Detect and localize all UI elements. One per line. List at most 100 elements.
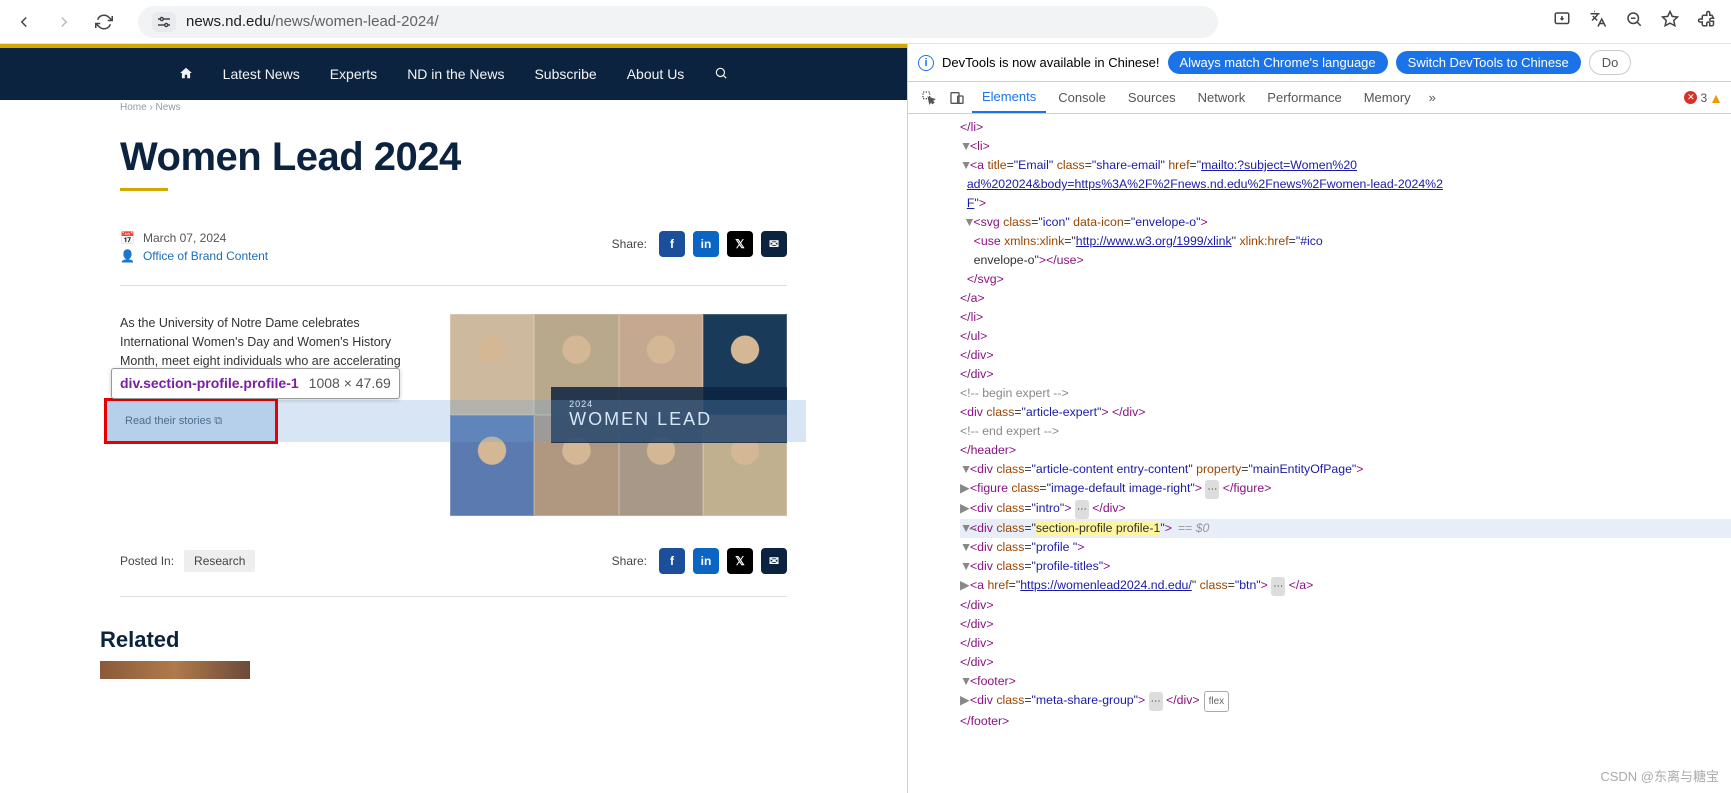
share-facebook[interactable]: f [659,231,685,257]
dom-line[interactable]: </a> [960,289,1731,308]
info-text: DevTools is now available in Chinese! [942,55,1160,70]
inspector-tooltip: div.section-profile.profile-1 1008 × 47.… [111,368,400,399]
more-tabs-icon[interactable]: » [1423,90,1442,105]
dom-line[interactable]: </svg> [960,270,1731,289]
nav-item[interactable]: Subscribe [534,66,596,82]
tab-memory[interactable]: Memory [1354,82,1421,113]
nav-home[interactable] [179,66,193,83]
tab-performance[interactable]: Performance [1257,82,1351,113]
dom-line[interactable]: ⋯▼<div class="section-profile profile-1"… [960,519,1731,538]
devtools-tabs: Elements Console Sources Network Perform… [908,82,1731,114]
article-date: March 07, 2024 [143,231,226,245]
dom-line[interactable]: ▼<svg class="icon" data-icon="envelope-o… [960,213,1731,232]
tag-research[interactable]: Research [184,550,255,572]
dom-line[interactable]: </div> [960,634,1731,653]
share-linkedin[interactable]: in [693,548,719,574]
dom-line[interactable]: </div> [960,653,1731,672]
devtools-infobar: i DevTools is now available in Chinese! … [908,44,1731,82]
forward-button[interactable] [50,8,78,36]
dom-line[interactable]: <div class="article-expert"> </div> [960,403,1731,422]
device-icon[interactable] [944,85,970,111]
author-icon: 👤 [120,249,135,263]
dom-line[interactable]: envelope-o"></use> [960,251,1731,270]
calendar-icon: 📅 [120,231,135,245]
dom-line[interactable]: </header> [960,441,1731,460]
watermark: CSDN @东离与糖宝 [1600,766,1719,785]
rendered-page: Latest News Experts ND in the News Subsc… [0,44,908,793]
pill-dont[interactable]: Do [1589,50,1632,75]
dom-line[interactable]: ▼<div class="profile-titles"> [960,557,1731,576]
dom-line[interactable]: ▼<footer> [960,672,1731,691]
url-text: news.nd.edu/news/women-lead-2024/ [186,13,439,30]
install-icon[interactable] [1553,10,1571,33]
dom-line[interactable]: </li> [960,308,1731,327]
share-x[interactable]: 𝕏 [727,548,753,574]
pill-match-language[interactable]: Always match Chrome's language [1168,51,1388,74]
dom-line[interactable]: <!-- begin expert --> [960,384,1731,403]
dom-line[interactable]: </ul> [960,327,1731,346]
site-nav: Latest News Experts ND in the News Subsc… [0,48,907,100]
nav-item[interactable]: About Us [627,66,685,82]
tab-sources[interactable]: Sources [1118,82,1186,113]
dom-line[interactable]: ▼<div class="profile "> [960,538,1731,557]
share-email[interactable]: ✉ [761,231,787,257]
tab-network[interactable]: Network [1188,82,1256,113]
share-linkedin[interactable]: in [693,231,719,257]
dom-line[interactable]: </footer> [960,712,1731,731]
dom-line[interactable]: <use xmlns:xlink="http://www.w3.org/1999… [960,232,1731,251]
tab-console[interactable]: Console [1048,82,1116,113]
page-title: Women Lead 2024 [120,135,787,180]
browser-toolbar: news.nd.edu/news/women-lead-2024/ [0,0,1731,44]
dom-line[interactable]: ▼<div class="article-content entry-conte… [960,460,1731,479]
dom-line[interactable]: </div> [960,346,1731,365]
translate-icon[interactable] [1589,10,1607,33]
nav-item[interactable]: ND in the News [407,66,504,82]
nav-item[interactable]: Latest News [223,66,300,82]
dom-line[interactable]: ad%202024&body=https%3A%2F%2Fnews.nd.edu… [960,175,1731,194]
article-author[interactable]: Office of Brand Content [143,249,268,263]
warning-icon[interactable]: ▲ [1709,90,1723,106]
dom-line[interactable]: </div> [960,365,1731,384]
dom-line[interactable]: ▶<a href="https://womenlead2024.nd.edu/"… [960,576,1731,596]
inspect-icon[interactable] [916,85,942,111]
related-thumb[interactable] [100,661,250,679]
dom-line[interactable]: </div> [960,596,1731,615]
share-group-footer: Share: f in 𝕏 ✉ [612,548,787,574]
dom-line[interactable]: </div> [960,615,1731,634]
intro-text: As the University of Notre Dame celebrat… [120,314,420,516]
article-meta: 📅 March 07, 2024 👤 Office of Brand Content [120,231,268,267]
nav-item[interactable]: Experts [330,66,377,82]
error-badge[interactable]: ✕3 [1684,91,1707,105]
info-icon: i [918,55,934,71]
dom-tree[interactable]: </li>▼<li>▼<a title="Email" class="share… [908,114,1731,793]
search-icon[interactable] [714,66,728,83]
share-email[interactable]: ✉ [761,548,787,574]
tab-elements[interactable]: Elements [972,82,1046,113]
reload-button[interactable] [90,8,118,36]
zoom-icon[interactable] [1625,10,1643,33]
inspect-highlight: Read their stories ⧉ [104,398,278,444]
dom-line[interactable]: ▶<div class="meta-share-group"> ⋯ </div>… [960,691,1731,712]
site-settings-icon[interactable] [152,12,176,32]
share-label: Share: [612,554,647,568]
posted-in: Posted In: Research [120,550,255,572]
dom-line[interactable]: ▼<li> [960,137,1731,156]
dom-line[interactable]: </li> [960,118,1731,137]
dom-line[interactable]: F"> [960,194,1731,213]
bookmark-icon[interactable] [1661,10,1679,33]
address-bar[interactable]: news.nd.edu/news/women-lead-2024/ [138,6,1218,38]
pill-switch-language[interactable]: Switch DevTools to Chinese [1396,51,1581,74]
dom-line[interactable]: ▶<figure class="image-default image-righ… [960,479,1731,499]
back-button[interactable] [10,8,38,36]
title-underline [120,188,168,191]
dom-line[interactable]: ▶<div class="intro"> ⋯ </div> [960,499,1731,519]
share-x[interactable]: 𝕏 [727,231,753,257]
related-heading: Related [100,627,787,653]
share-label: Share: [612,237,647,251]
extensions-icon[interactable] [1697,10,1715,33]
dom-line[interactable]: <!-- end expert --> [960,422,1731,441]
external-link-icon: ⧉ [214,415,222,427]
share-facebook[interactable]: f [659,548,685,574]
dom-line[interactable]: ▼<a title="Email" class="share-email" hr… [960,156,1731,175]
breadcrumb[interactable]: Home › News [0,100,907,113]
